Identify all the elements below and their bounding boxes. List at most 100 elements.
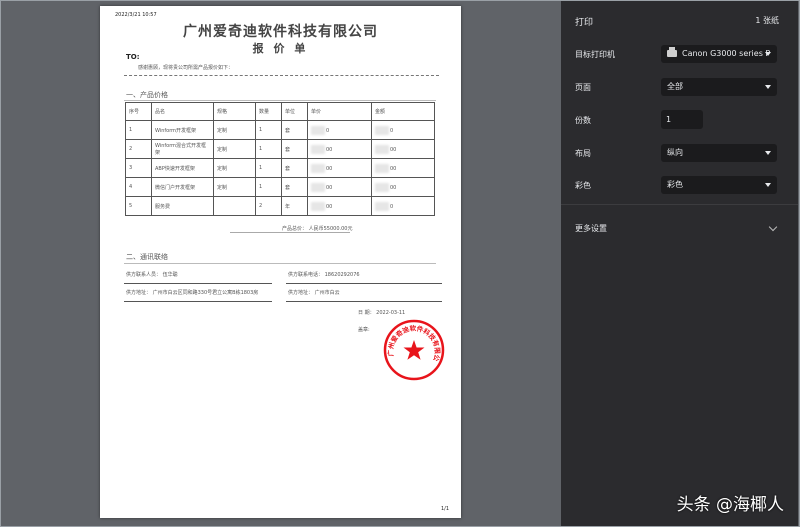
layout-label: 布局	[575, 149, 591, 158]
settings-divider	[561, 204, 798, 205]
table-cell: 1	[125, 120, 152, 140]
redaction-blur	[375, 182, 389, 192]
section-products-heading: 一、产品价格	[126, 91, 168, 99]
table-header-row: 序号 品名 规格 数量 单位 单价 金额	[125, 102, 435, 121]
chevron-down-icon	[765, 151, 771, 155]
print-settings-panel: 打印 1 张纸 目标打印机 Canon G3000 series P 页面 全部…	[561, 1, 798, 526]
print-preview-area: 2022/3/21 10:57 广州爱奇迪软件科技有限公司 报 价 单 TO: …	[1, 1, 561, 526]
greeting-text: 感谢惠顾，现将贵公司所需产品报价如下：	[138, 65, 234, 71]
supplier-address: 供方地址： 广州市白云区同和路330号君立公寓B栋1803房	[126, 290, 259, 296]
color-value: 彩色	[667, 180, 683, 189]
to-label: TO:	[126, 53, 140, 61]
table-cell: 2	[125, 139, 152, 159]
dashed-divider	[124, 75, 439, 76]
chevron-down-icon	[765, 183, 771, 187]
layout-value: 纵向	[667, 148, 683, 157]
redaction-blur	[375, 163, 389, 173]
table-cell: 3	[125, 158, 152, 178]
quote-title: 报 价 单	[252, 42, 309, 55]
contact-person: 供方联系人员： 伍华聪	[126, 272, 178, 278]
table-cell: Winform混合式开发框架	[151, 139, 214, 159]
company-name: 广州爱奇迪软件科技有限公司	[183, 24, 378, 40]
redaction-blur	[311, 201, 325, 211]
amount-value: 00	[390, 146, 397, 153]
table-row: 3 ABP快速开发框架 定制 1 套 00 00	[125, 158, 435, 178]
price-value: 00	[326, 165, 333, 172]
table-header-cell: 单位	[281, 102, 308, 121]
table-cell: 微信门户开发框架	[151, 177, 214, 197]
table-cell: 套	[281, 177, 308, 197]
table-header-cell: 金额	[371, 102, 435, 121]
stamp-label: 盖章:	[358, 327, 370, 333]
section-divider	[124, 263, 436, 264]
price-value: 00	[326, 146, 333, 153]
table-cell: Winform开发框架	[151, 120, 214, 140]
table-cell-price: 0	[307, 120, 372, 140]
redaction-blur	[311, 144, 325, 154]
section-divider	[124, 100, 436, 101]
table-cell: 1	[255, 158, 282, 178]
table-row: 2 Winform混合式开发框架 定制 1 套 00 00	[125, 139, 435, 159]
table-cell: 1	[255, 120, 282, 140]
more-settings-toggle[interactable]: 更多设置	[575, 223, 607, 234]
destination-select[interactable]: Canon G3000 series P	[661, 45, 777, 63]
page-number: 1/1	[440, 506, 449, 512]
field-underline	[286, 301, 442, 302]
field-underline	[124, 301, 272, 302]
table-header-cell: 序号	[125, 102, 152, 121]
table-header-cell: 数量	[255, 102, 282, 121]
supplier-address-short: 供方地址： 广州市白云	[288, 290, 340, 296]
total-price: 产品总价： 人民币55000.00元	[230, 225, 352, 233]
table-cell: 1	[255, 177, 282, 197]
amount-value: 00	[390, 184, 397, 191]
amount-value: 00	[390, 165, 397, 172]
table-cell: 服务费	[151, 196, 214, 216]
copies-input[interactable]: 1	[661, 110, 703, 129]
pages-label: 页面	[575, 83, 591, 92]
preview-page: 2022/3/21 10:57 广州爱奇迪软件科技有限公司 报 价 单 TO: …	[100, 6, 461, 518]
table-cell-price: 00	[307, 158, 372, 178]
product-table: 序号 品名 规格 数量 单位 单价 金额 1 Winform开发框架 定制 1 …	[125, 102, 435, 216]
chevron-down-icon	[765, 52, 771, 56]
table-cell: 套	[281, 158, 308, 178]
chevron-down-icon	[765, 85, 771, 89]
destination-value: Canon G3000 series P	[682, 49, 771, 58]
table-cell: 5	[125, 196, 152, 216]
redaction-blur	[375, 201, 389, 211]
print-date: 2022/3/21 10:57	[115, 12, 157, 18]
table-row: 4 微信门户开发框架 定制 1 套 00 00	[125, 177, 435, 197]
amount-value: 0	[390, 127, 394, 134]
redaction-blur	[375, 125, 389, 135]
table-cell: 年	[281, 196, 308, 216]
table-cell-amount: 00	[371, 139, 435, 159]
destination-label: 目标打印机	[575, 50, 615, 59]
color-select[interactable]: 彩色	[661, 176, 777, 194]
print-title: 打印	[575, 18, 594, 28]
copies-label: 份数	[575, 116, 591, 125]
table-cell: 1	[255, 139, 282, 159]
chevron-down-icon[interactable]	[768, 222, 778, 232]
table-cell: 套	[281, 120, 308, 140]
table-cell-price: 00	[307, 139, 372, 159]
redaction-blur	[375, 144, 389, 154]
table-row: 5 服务费 2 年 00 0	[125, 196, 435, 216]
pages-value: 全部	[667, 82, 683, 91]
contact-phone: 供方联系电话： 18620292076	[288, 272, 360, 278]
table-cell: 4	[125, 177, 152, 197]
table-header-cell: 品名	[151, 102, 214, 121]
table-cell-amount: 0	[371, 120, 435, 140]
pages-select[interactable]: 全部	[661, 78, 777, 96]
color-label: 彩色	[575, 181, 591, 190]
redaction-blur	[311, 163, 325, 173]
price-value: 00	[326, 203, 333, 210]
table-cell: 2	[255, 196, 282, 216]
table-cell-amount: 0	[371, 196, 435, 216]
field-underline	[124, 283, 272, 284]
layout-select[interactable]: 纵向	[661, 144, 777, 162]
table-cell-amount: 00	[371, 177, 435, 197]
table-cell-price: 00	[307, 196, 372, 216]
table-header-cell: 单价	[307, 102, 372, 121]
section-contact-heading: 二、通讯联络	[126, 253, 168, 261]
company-seal: 广州爱奇迪软件科技有限公司	[382, 318, 445, 381]
amount-value: 0	[390, 203, 394, 210]
